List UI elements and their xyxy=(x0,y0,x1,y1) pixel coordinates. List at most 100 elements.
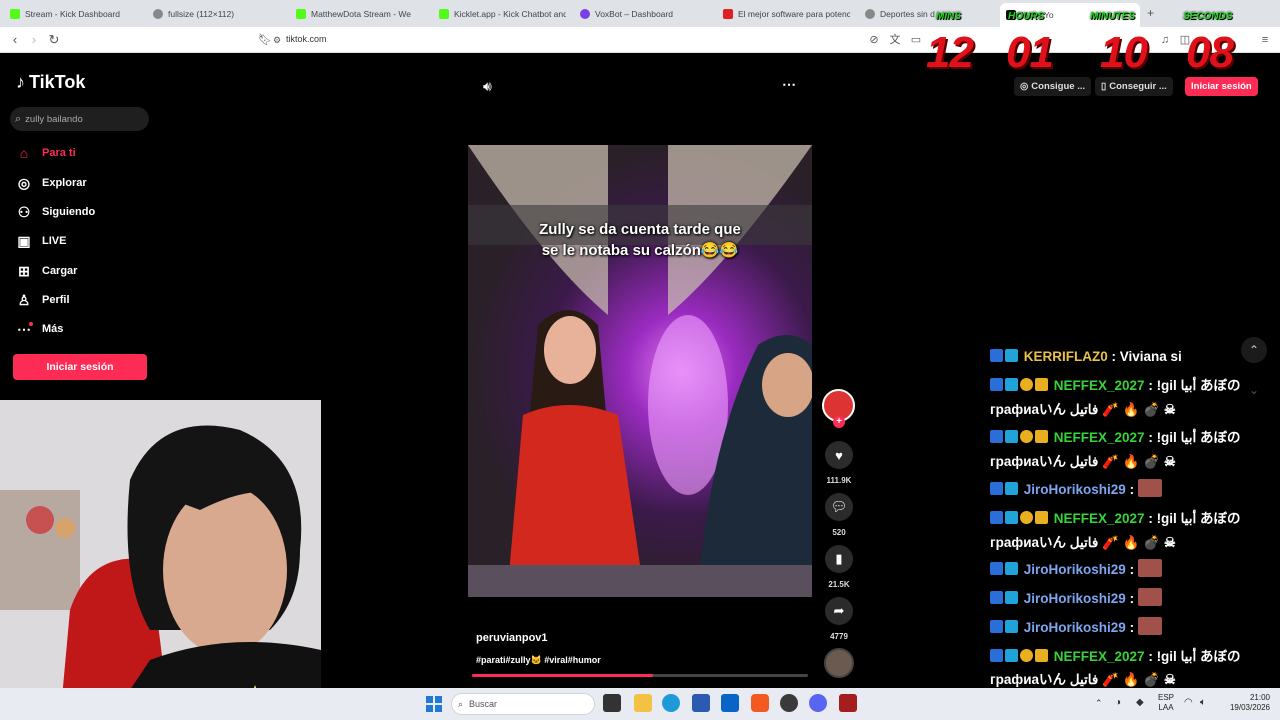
timer-label-minutes: MINUTES xyxy=(1090,11,1135,22)
badge-icon xyxy=(1005,430,1018,443)
chat-username[interactable]: NEFFEX_2027 xyxy=(1054,649,1145,664)
media-off-icon[interactable]: ⊘ xyxy=(868,34,880,46)
music-icon[interactable]: ♫ xyxy=(1159,34,1171,46)
browser-tab[interactable]: Deportes sin dif xyxy=(865,4,935,23)
sidebar-item-siguiendo[interactable]: ⚇ Siguiendo xyxy=(16,204,95,220)
get-coins-button[interactable]: ◎ Consigue ... xyxy=(1014,77,1092,96)
windows-taskbar: ⌕ Buscar ⌃ ◑ ◆ ESP LAA ◠ 🔈︎ 21:00 19/03/… xyxy=(0,688,1280,720)
menu-icon[interactable]: ≡ xyxy=(1259,34,1271,46)
sidebar-item-live[interactable]: ▣ LIVE xyxy=(16,233,66,249)
video-caption: Zully se da cuenta tarde que se le notab… xyxy=(468,219,812,261)
chat-username[interactable]: KERRIFLAZ0 xyxy=(1024,349,1108,364)
like-count: 111.9K xyxy=(826,476,852,485)
tray-app-icon[interactable]: ◆ xyxy=(1136,697,1144,708)
comment-button[interactable]: 💬︎ xyxy=(825,493,853,521)
language-indicator[interactable]: ESP LAA xyxy=(1158,693,1174,713)
browser-tab[interactable]: VoxBot – Dashboard xyxy=(580,4,710,23)
save-button[interactable]: ▮ xyxy=(825,545,853,573)
discord-icon[interactable] xyxy=(809,694,827,712)
site-info-icon[interactable]: ⚙ xyxy=(271,34,283,46)
get-app-button[interactable]: ▯ Conseguir ... xyxy=(1095,77,1173,96)
dota-icon[interactable] xyxy=(839,694,857,712)
address-bar[interactable]: tiktok.com xyxy=(286,34,327,44)
crown-badge-icon xyxy=(1035,430,1048,443)
chat-username[interactable]: JiroHorikoshi29 xyxy=(1024,591,1126,606)
chat-username[interactable]: JiroHorikoshi29 xyxy=(1024,620,1126,635)
compass-icon: ◎ xyxy=(17,175,31,191)
volume-tray-icon[interactable]: 🔈︎ xyxy=(1200,697,1206,708)
browser-tab-bar: Stream - Kick Dashboard fullsize (112×11… xyxy=(0,0,1280,27)
comment-icon: 💬︎ xyxy=(830,499,848,514)
chat-username[interactable]: JiroHorikoshi29 xyxy=(1024,562,1126,577)
save-count: 21.5K xyxy=(828,580,850,589)
obs-icon[interactable] xyxy=(780,694,798,712)
timer-value-mins: 12 xyxy=(926,28,974,77)
tab-label: fullsize (112×112) xyxy=(168,8,235,19)
bookmark-icon[interactable]: 🔖︎ xyxy=(258,34,272,46)
share-count: 4779 xyxy=(830,632,848,641)
search-icon: ⌕ xyxy=(15,112,22,125)
browser-tab[interactable]: El mejor software para potencia xyxy=(723,4,850,23)
like-button[interactable]: ♥ xyxy=(825,441,853,469)
more-options-icon[interactable]: ⋯ xyxy=(782,76,796,93)
windows-start-icon[interactable] xyxy=(426,696,442,712)
tray-chevron-icon[interactable]: ⌃ xyxy=(1095,698,1103,709)
file-explorer-icon[interactable] xyxy=(634,694,652,712)
chat-username[interactable]: JiroHorikoshi29 xyxy=(1024,482,1126,497)
sidebar-item-cargar[interactable]: ⊞ Cargar xyxy=(16,263,77,279)
timer-value-seconds: 08 xyxy=(1186,28,1234,77)
timer-value-hours: 01 xyxy=(1006,28,1054,77)
tab-label: Stream - Kick Dashboard xyxy=(25,8,120,19)
search-input[interactable]: ⌕ zully bailando xyxy=(10,107,149,131)
volume-icon[interactable]: 🔊︎ xyxy=(483,78,492,95)
task-view-icon[interactable] xyxy=(603,694,621,712)
clock-time: 21:00 xyxy=(1249,693,1270,702)
video-author[interactable]: peruvianpov1 xyxy=(476,632,548,644)
translate-icon[interactable]: 文 xyxy=(889,34,901,46)
chat-username[interactable]: NEFFEX_2027 xyxy=(1054,430,1145,445)
badge-icon xyxy=(1005,649,1018,662)
login-button-sidebar[interactable]: Iniciar sesión xyxy=(13,354,147,380)
browser-tab[interactable]: Kicklet.app - Kick Chatbot and xyxy=(439,4,566,23)
back-icon[interactable]: ‹ xyxy=(7,32,23,48)
badge-icon xyxy=(990,430,1003,443)
browser-tab[interactable]: fullsize (112×112) xyxy=(153,4,283,23)
edge-icon[interactable] xyxy=(662,694,680,712)
music-disc-icon[interactable] xyxy=(824,648,854,678)
sidebar-item-explorar[interactable]: ◎ Explorar xyxy=(16,175,87,191)
video-player[interactable]: Zully se da cuenta tarde que se le notab… xyxy=(468,145,812,597)
new-tab-icon[interactable]: + xyxy=(1147,6,1154,20)
clock[interactable]: 21:00 19/03/2026 xyxy=(1222,693,1270,713)
follow-plus-icon[interactable]: + xyxy=(833,416,845,428)
video-hashtags[interactable]: #parati#zully🐱 #viral#humor xyxy=(476,655,601,666)
search-query-text: zully bailando xyxy=(25,113,83,125)
taskbar-search[interactable]: ⌕ Buscar xyxy=(451,693,595,715)
tray-app-icon[interactable]: ◑ xyxy=(1115,697,1121,708)
login-button-top[interactable]: Iniciar sesión xyxy=(1185,77,1258,96)
sidebar-item-para-ti[interactable]: ⌂ Para ti xyxy=(16,145,76,161)
tiktok-logo[interactable]: ♪ TikTok xyxy=(16,72,85,93)
tab-label: VoxBot – Dashboard xyxy=(595,8,673,19)
wifi-icon[interactable]: ◠ xyxy=(1184,697,1193,708)
chat-username[interactable]: NEFFEX_2027 xyxy=(1054,378,1145,393)
bookmark-icon: ▮ xyxy=(835,551,843,566)
forward-icon[interactable]: › xyxy=(26,32,42,48)
chat-message: KERRIFLAZ0 : Viviana si xyxy=(990,345,1275,369)
sidebar-item-label: Más xyxy=(42,323,64,335)
sidebar-item-perfil[interactable]: ♙ Perfil xyxy=(16,292,70,308)
chat-message: JiroHorikoshi29 : xyxy=(990,616,1275,640)
badge-icon xyxy=(1005,591,1018,604)
notification-dot xyxy=(29,322,33,326)
brave-icon[interactable] xyxy=(751,694,769,712)
share-icon: ➦ xyxy=(833,603,845,618)
store-icon[interactable] xyxy=(692,694,710,712)
browser-tab[interactable]: Stream - Kick Dashboard xyxy=(10,4,145,23)
video-progress-track[interactable] xyxy=(472,674,808,677)
cast-icon[interactable]: ▭ xyxy=(910,34,922,46)
browser-tab[interactable]: MatthewDota Stream - We xyxy=(296,4,424,23)
sidebar-item-mas[interactable]: ⋯ Más xyxy=(16,321,63,337)
share-button[interactable]: ➦ xyxy=(825,597,853,625)
reload-icon[interactable]: ↻ xyxy=(46,32,62,48)
outlook-icon[interactable] xyxy=(721,694,739,712)
chat-username[interactable]: NEFFEX_2027 xyxy=(1054,511,1145,526)
